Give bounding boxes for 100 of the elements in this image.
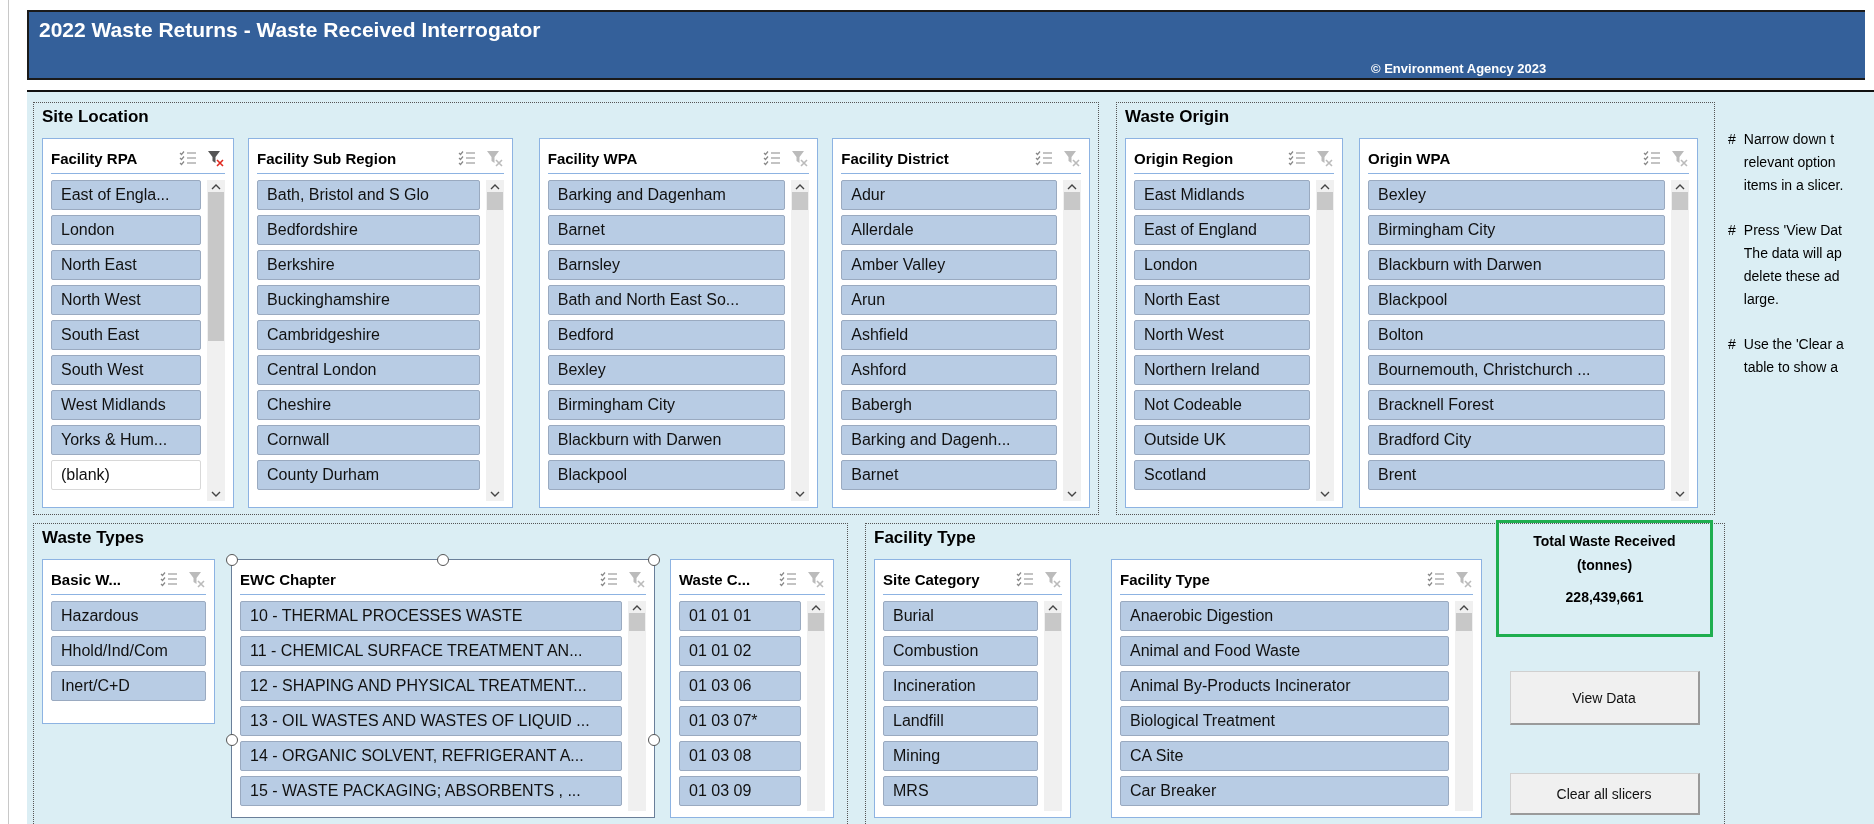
scroll-thumb[interactable] bbox=[1317, 192, 1333, 210]
slicer-item[interactable]: Bracknell Forest bbox=[1368, 390, 1665, 420]
multi-select-icon[interactable] bbox=[1288, 150, 1306, 166]
slicer-item[interactable]: Cornwall bbox=[257, 425, 480, 455]
multi-select-icon[interactable] bbox=[1427, 571, 1445, 587]
slicer-item[interactable]: South West bbox=[51, 355, 202, 385]
clear-slicers-button[interactable]: Clear all slicers bbox=[1509, 773, 1700, 815]
slicer-item[interactable]: Car Breaker bbox=[1120, 776, 1449, 806]
slicer-item[interactable]: Bolton bbox=[1368, 320, 1665, 350]
slicer-item[interactable]: London bbox=[51, 215, 202, 245]
slicer-item[interactable]: Barking and Dagenh... bbox=[841, 425, 1057, 455]
slicer-item[interactable]: Buckinghamshire bbox=[257, 285, 480, 315]
scroll-down-icon[interactable] bbox=[488, 489, 501, 499]
scroll-bar[interactable] bbox=[1044, 601, 1062, 811]
slicer-item[interactable]: West Midlands bbox=[51, 390, 202, 420]
slicer-item[interactable]: Ashfield bbox=[841, 320, 1057, 350]
scroll-down-icon[interactable] bbox=[210, 489, 223, 499]
slicer-item[interactable]: North East bbox=[51, 250, 202, 280]
slicer-item[interactable]: Blackburn with Darwen bbox=[1368, 250, 1665, 280]
scroll-up-icon[interactable] bbox=[1047, 603, 1059, 613]
slicer-item[interactable]: Not Codeable bbox=[1134, 390, 1310, 420]
slicer-item[interactable]: Barnet bbox=[547, 215, 786, 245]
scroll-thumb[interactable] bbox=[1456, 613, 1472, 631]
slicer-item[interactable]: 01 01 02 bbox=[679, 636, 801, 666]
scroll-thumb[interactable] bbox=[1045, 613, 1061, 631]
slicer-item[interactable]: Birmingham City bbox=[547, 390, 786, 420]
slicer-item[interactable]: Inert/C+D bbox=[51, 671, 206, 701]
slicer-item[interactable]: 01 03 07* bbox=[679, 706, 801, 736]
clear-filter-icon[interactable] bbox=[207, 149, 226, 167]
slicer-item[interactable]: Bath, Bristol and S Glo bbox=[257, 180, 480, 210]
scroll-up-icon[interactable] bbox=[1674, 182, 1686, 192]
slicer-item[interactable]: East of England bbox=[1134, 215, 1310, 245]
slicer-item[interactable]: Outside UK bbox=[1134, 425, 1310, 455]
slicer-item[interactable]: Scotland bbox=[1134, 460, 1310, 490]
slicer-item[interactable]: Yorks & Hum... bbox=[51, 425, 202, 455]
slicer-item[interactable]: MRS bbox=[883, 776, 1038, 806]
slicer-item[interactable]: Bexley bbox=[1368, 180, 1665, 210]
slicer-item[interactable]: Barking and Dagenham bbox=[547, 180, 786, 210]
slicer-item[interactable]: 01 03 08 bbox=[679, 741, 801, 771]
multi-select-icon[interactable] bbox=[779, 571, 797, 587]
slicer-item[interactable]: Northern Ireland bbox=[1134, 355, 1310, 385]
scroll-up-icon[interactable] bbox=[488, 182, 501, 192]
slicer-item[interactable]: South East bbox=[51, 320, 202, 350]
slicer-item[interactable]: Central London bbox=[257, 355, 480, 385]
slicer-item[interactable]: 10 - THERMAL PROCESSES WASTE bbox=[240, 601, 622, 631]
slicer-item[interactable]: (blank) bbox=[51, 460, 202, 490]
slicer-item[interactable]: 01 03 09 bbox=[679, 776, 801, 806]
scroll-bar[interactable] bbox=[1316, 180, 1334, 501]
scroll-thumb[interactable] bbox=[629, 613, 645, 631]
scroll-bar[interactable] bbox=[807, 601, 825, 811]
slicer-item[interactable]: 13 - OIL WASTES AND WASTES OF LIQUID ... bbox=[240, 706, 622, 736]
slicer-item[interactable]: Bedfordshire bbox=[257, 215, 480, 245]
slicer-item[interactable]: 15 - WASTE PACKAGING; ABSORBENTS , ... bbox=[240, 776, 622, 806]
scroll-thumb[interactable] bbox=[808, 613, 824, 631]
scroll-thumb[interactable] bbox=[792, 192, 809, 210]
slicer-item[interactable]: Cambridgeshire bbox=[257, 320, 480, 350]
slicer-item[interactable]: Barnsley bbox=[547, 250, 786, 280]
scroll-up-icon[interactable] bbox=[1319, 182, 1331, 192]
slicer-item[interactable]: Amber Valley bbox=[841, 250, 1057, 280]
slicer-item[interactable]: North West bbox=[1134, 320, 1310, 350]
resize-handle[interactable] bbox=[437, 554, 449, 566]
view-data-button[interactable]: View Data bbox=[1509, 671, 1700, 725]
slicer-item[interactable]: Barnet bbox=[841, 460, 1057, 490]
resize-handle[interactable] bbox=[226, 734, 238, 746]
multi-select-icon[interactable] bbox=[1643, 150, 1661, 166]
slicer-item[interactable]: North East bbox=[1134, 285, 1310, 315]
scroll-up-icon[interactable] bbox=[1458, 603, 1470, 613]
resize-handle[interactable] bbox=[226, 554, 238, 566]
slicer-item[interactable]: North West bbox=[51, 285, 202, 315]
slicer-item[interactable]: 01 03 06 bbox=[679, 671, 801, 701]
scroll-down-icon[interactable] bbox=[1066, 489, 1078, 499]
scroll-bar[interactable] bbox=[791, 180, 810, 501]
multi-select-icon[interactable] bbox=[457, 150, 476, 166]
slicer-item[interactable]: East Midlands bbox=[1134, 180, 1310, 210]
slicer-item[interactable]: 11 - CHEMICAL SURFACE TREATMENT AN... bbox=[240, 636, 622, 666]
scroll-thumb[interactable] bbox=[208, 192, 225, 341]
slicer-item[interactable]: Babergh bbox=[841, 390, 1057, 420]
multi-select-icon[interactable] bbox=[1016, 571, 1034, 587]
slicer-item[interactable]: Birmingham City bbox=[1368, 215, 1665, 245]
slicer-item[interactable]: East of Engla... bbox=[51, 180, 202, 210]
scroll-down-icon[interactable] bbox=[1319, 489, 1331, 499]
scroll-thumb[interactable] bbox=[486, 192, 503, 210]
resize-handle[interactable] bbox=[648, 554, 660, 566]
scroll-down-icon[interactable] bbox=[794, 489, 807, 499]
slicer-item[interactable]: Ashford bbox=[841, 355, 1057, 385]
scroll-bar[interactable] bbox=[1063, 180, 1081, 501]
slicer-item[interactable]: Brent bbox=[1368, 460, 1665, 490]
scroll-up-icon[interactable] bbox=[794, 182, 807, 192]
slicer-item[interactable]: Bedford bbox=[547, 320, 786, 350]
slicer-item[interactable]: Berkshire bbox=[257, 250, 480, 280]
scroll-up-icon[interactable] bbox=[631, 603, 643, 613]
multi-select-icon[interactable] bbox=[600, 571, 618, 587]
slicer-item[interactable]: Hazardous bbox=[51, 601, 206, 631]
slicer-item[interactable]: Bradford City bbox=[1368, 425, 1665, 455]
slicer-item[interactable]: Mining bbox=[883, 741, 1038, 771]
slicer-item[interactable]: Bexley bbox=[547, 355, 786, 385]
slicer-item[interactable]: Blackburn with Darwen bbox=[547, 425, 786, 455]
slicer-item[interactable]: Arun bbox=[841, 285, 1057, 315]
scroll-down-icon[interactable] bbox=[1674, 489, 1686, 499]
scroll-bar[interactable] bbox=[628, 601, 646, 811]
